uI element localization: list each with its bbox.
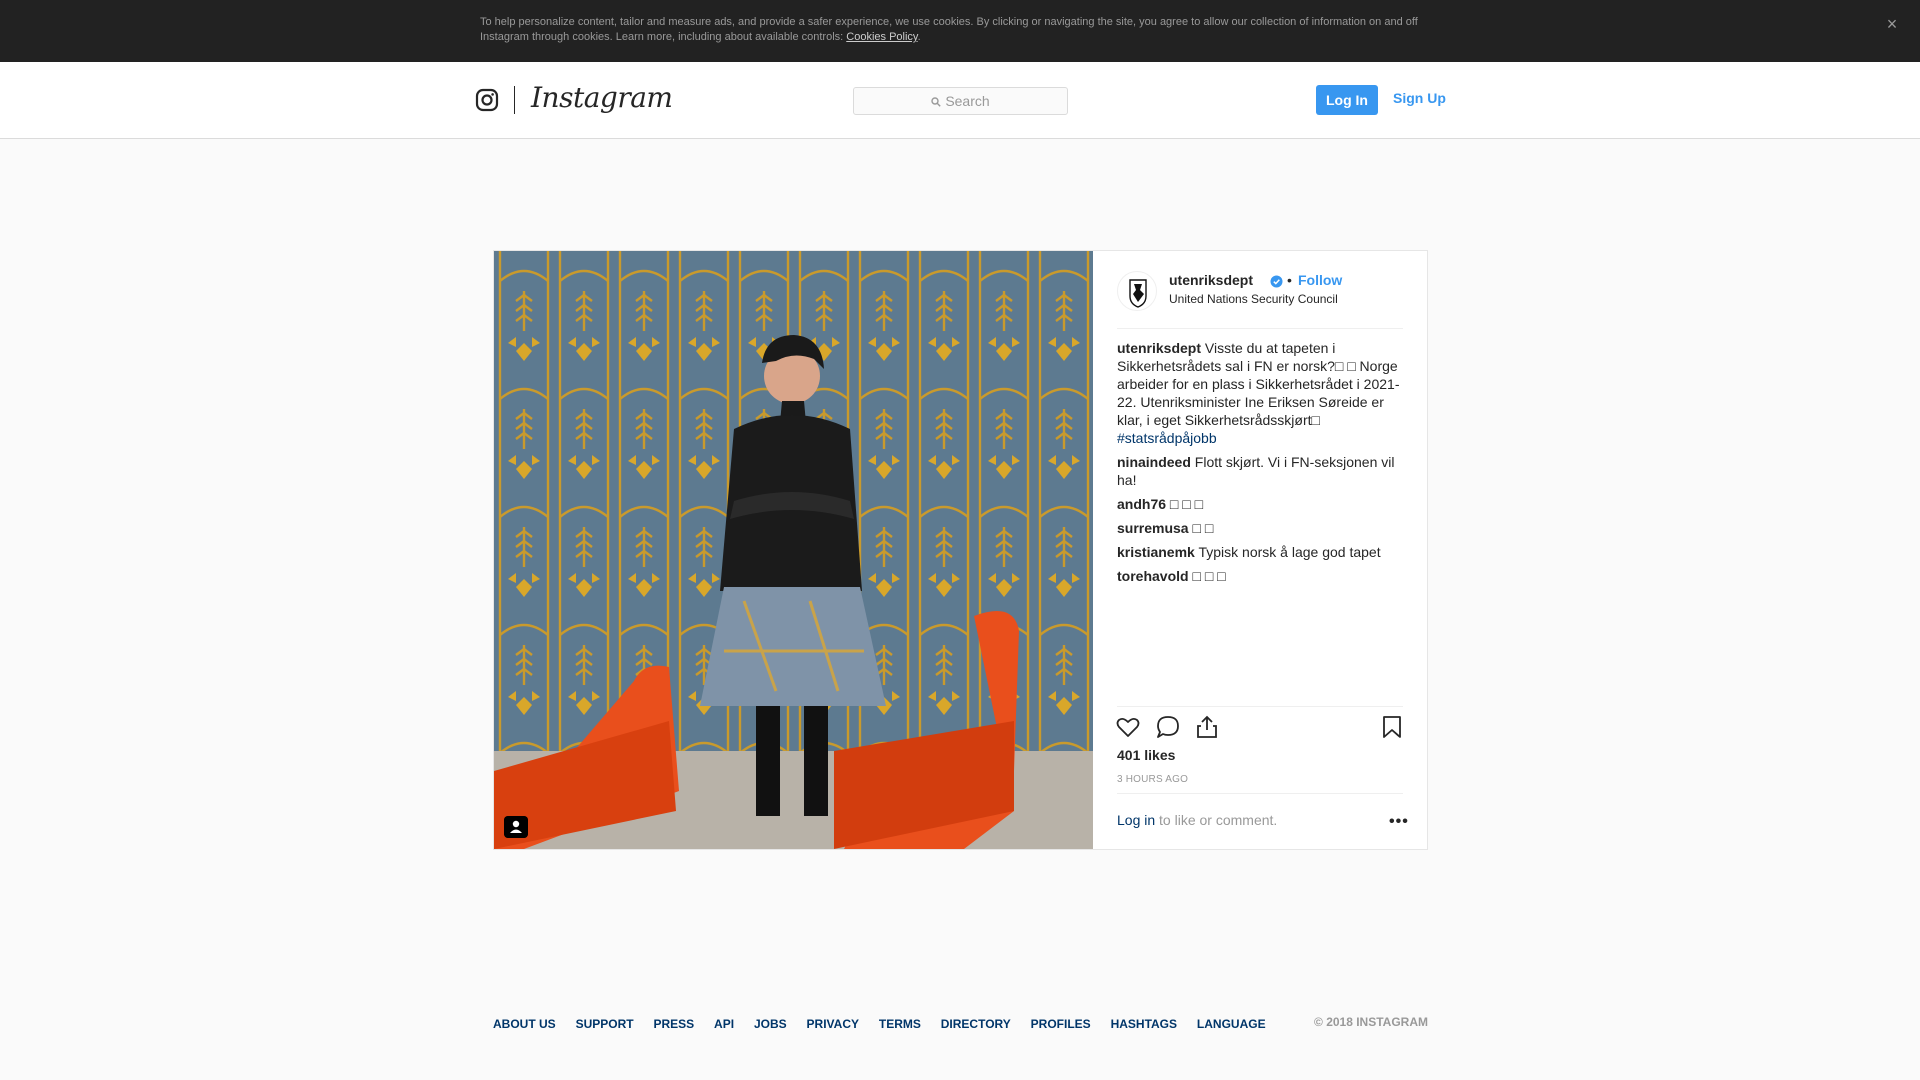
- follow-button[interactable]: Follow: [1298, 272, 1342, 288]
- post-photo-image: [494, 251, 1093, 849]
- post-username[interactable]: utenriksdept: [1169, 272, 1253, 288]
- top-nav: Instagram Search Log In Sign Up: [0, 62, 1920, 139]
- comments-list: utenriksdept Visste du at tapeten i Sikk…: [1117, 339, 1407, 591]
- cookie-banner-message: To help personalize content, tailor and …: [480, 16, 1418, 43]
- comment-text: □ □ □: [1169, 496, 1204, 512]
- share-icon[interactable]: [1194, 714, 1220, 740]
- search-placeholder: Search: [945, 93, 990, 109]
- tagged-user-icon[interactable]: [504, 816, 528, 838]
- login-divider: [1117, 793, 1403, 794]
- log-in-link[interactable]: Log in: [1117, 812, 1155, 828]
- footer-link-privacy[interactable]: PRIVACY: [807, 1017, 859, 1031]
- comment-username[interactable]: ninaindeed: [1117, 454, 1191, 470]
- bookmark-icon[interactable]: [1379, 714, 1405, 740]
- avatar[interactable]: [1117, 271, 1157, 311]
- comment-item: andh76 □ □ □: [1117, 495, 1407, 513]
- footer-link-support[interactable]: SUPPORT: [576, 1017, 634, 1031]
- hashtag-link[interactable]: #statsrådpåjobb: [1117, 429, 1407, 447]
- footer-link-profiles[interactable]: PROFILES: [1031, 1017, 1091, 1031]
- post-sidebar: utenriksdept • Follow United Nations Sec…: [1093, 251, 1427, 849]
- login-prompt: Log in to like or comment.: [1117, 812, 1277, 828]
- search-placeholder-row: Search: [854, 93, 1067, 109]
- copyright: © 2018 INSTAGRAM: [1314, 1015, 1428, 1029]
- footer-link-press[interactable]: PRESS: [653, 1017, 694, 1031]
- comment-username[interactable]: surremusa: [1117, 520, 1189, 536]
- footer-link-hashtags[interactable]: HASHTAGS: [1111, 1017, 1177, 1031]
- footer-link-terms[interactable]: TERMS: [879, 1017, 921, 1031]
- coat-of-arms-icon: [1129, 279, 1147, 308]
- footer-link-language[interactable]: LANGUAGE: [1197, 1017, 1266, 1031]
- footer-link-jobs[interactable]: JOBS: [754, 1017, 787, 1031]
- sign-up-link[interactable]: Sign Up: [1393, 90, 1446, 106]
- comment-text: □ □ □: [1192, 568, 1226, 584]
- more-options-icon[interactable]: •••: [1389, 813, 1409, 831]
- comment-text: Typisk norsk å lage god tapet: [1198, 544, 1381, 560]
- instagram-glyph-icon[interactable]: [475, 88, 499, 112]
- separator-dot: •: [1287, 272, 1292, 288]
- location-link[interactable]: United Nations Security Council: [1169, 292, 1338, 306]
- post-header: utenriksdept • Follow United Nations Sec…: [1117, 251, 1403, 329]
- likes-count[interactable]: 401 likes: [1117, 747, 1175, 763]
- verified-badge-icon: [1270, 275, 1283, 288]
- search-icon: [931, 97, 942, 107]
- cookies-policy-link[interactable]: Cookies Policy: [846, 31, 917, 43]
- caption: utenriksdept Visste du at tapeten i Sikk…: [1117, 339, 1407, 447]
- logo-divider: [514, 86, 515, 114]
- comment-item: torehavold □ □ □: [1117, 567, 1407, 585]
- cookie-banner-period: .: [917, 31, 921, 43]
- caption-username[interactable]: utenriksdept: [1117, 340, 1201, 356]
- actions-divider: [1117, 706, 1403, 707]
- heart-icon[interactable]: [1115, 714, 1141, 740]
- comment-icon[interactable]: [1155, 714, 1181, 740]
- comment-item: surremusa □ □: [1117, 519, 1407, 537]
- comment-text: □ □: [1192, 520, 1214, 536]
- cookie-banner: To help personalize content, tailor and …: [0, 0, 1920, 62]
- instagram-wordmark[interactable]: Instagram: [531, 81, 673, 114]
- post-photo[interactable]: [494, 251, 1093, 849]
- search-input[interactable]: Search: [853, 87, 1068, 115]
- comment-username[interactable]: torehavold: [1117, 568, 1189, 584]
- comment-item: kristianemk Typisk norsk å lage god tape…: [1117, 543, 1407, 561]
- comment-username[interactable]: andh76: [1117, 496, 1166, 512]
- post-timestamp: 3 HOURS AGO: [1117, 774, 1189, 785]
- comment-username[interactable]: kristianemk: [1117, 544, 1195, 560]
- cookie-banner-text: To help personalize content, tailor and …: [480, 15, 1440, 45]
- log-in-button[interactable]: Log In: [1316, 85, 1378, 115]
- footer: ABOUT US SUPPORT PRESS API JOBS PRIVACY …: [493, 1015, 1428, 1031]
- footer-link-api[interactable]: API: [714, 1017, 734, 1031]
- footer-link-directory[interactable]: DIRECTORY: [941, 1017, 1011, 1031]
- login-prompt-text: to like or comment.: [1155, 812, 1278, 828]
- close-icon[interactable]: ×: [1882, 14, 1902, 34]
- post-card: utenriksdept • Follow United Nations Sec…: [493, 250, 1428, 850]
- footer-link-about-us[interactable]: ABOUT US: [493, 1017, 556, 1031]
- comment-item: ninaindeed Flott skjørt. Vi i FN-seksjon…: [1117, 453, 1407, 489]
